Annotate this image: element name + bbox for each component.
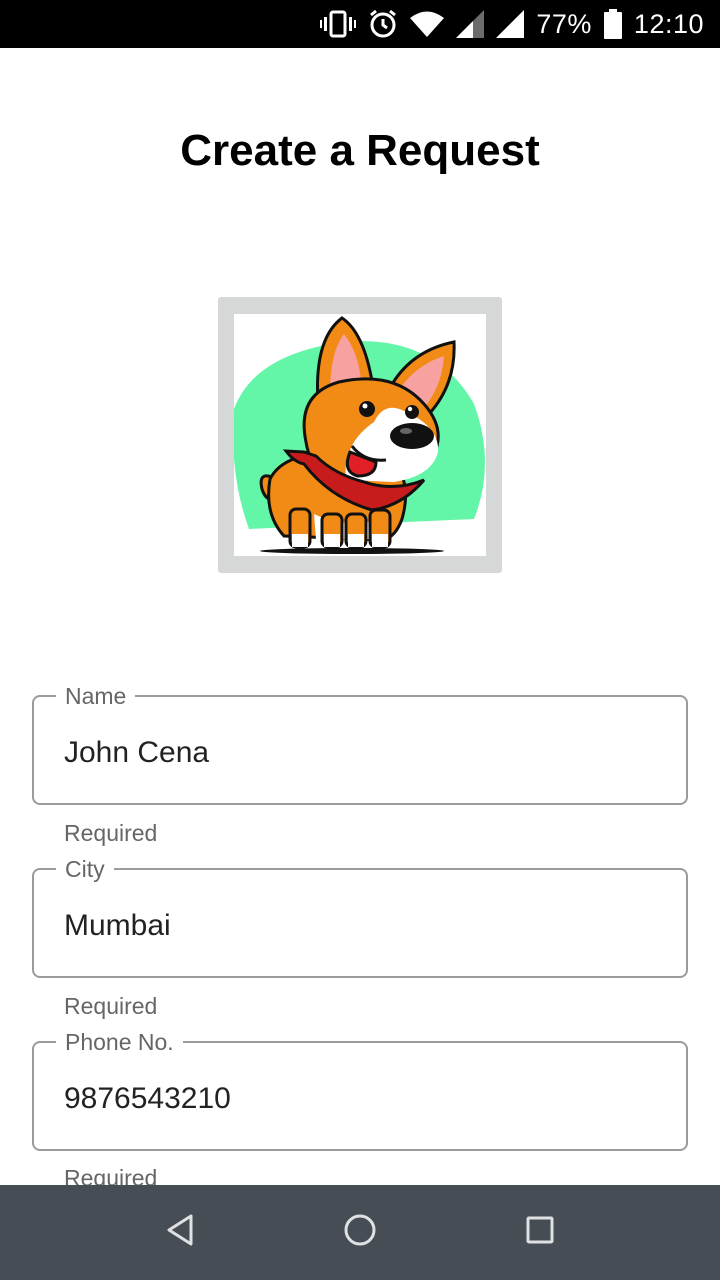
city-input[interactable] <box>64 908 654 944</box>
city-helper-text: Required <box>64 993 158 1019</box>
clock-time: 12:10 <box>633 8 704 39</box>
home-icon <box>343 1213 377 1252</box>
phone-label: Phone No. <box>56 1028 183 1056</box>
avatar-image[interactable] <box>218 297 502 573</box>
name-input[interactable] <box>64 735 654 771</box>
recents-button[interactable] <box>480 1185 600 1280</box>
back-icon <box>165 1213 195 1252</box>
battery-percent: 77% <box>536 8 592 39</box>
city-label: City <box>56 855 114 883</box>
alarm-icon <box>368 0 398 48</box>
home-button[interactable] <box>300 1185 420 1280</box>
page-title: Create a Request <box>180 126 540 175</box>
cell-signal-icon <box>456 0 485 48</box>
cell-signal-icon <box>496 0 525 48</box>
city-field[interactable]: City <box>32 855 688 978</box>
battery-icon <box>603 0 622 48</box>
phone-input[interactable] <box>64 1081 654 1117</box>
navigation-bar <box>0 1185 720 1280</box>
name-helper-text: Required <box>64 820 158 846</box>
name-label: Name <box>56 682 136 710</box>
vibrate-icon <box>320 0 357 48</box>
name-field[interactable]: Name <box>32 682 688 805</box>
wifi-icon <box>410 0 445 48</box>
corgi-illustration <box>234 314 486 556</box>
back-button[interactable] <box>120 1185 240 1280</box>
recents-icon <box>525 1215 555 1250</box>
status-bar: 77% 12:10 <box>0 0 720 48</box>
phone-field[interactable]: Phone No. <box>32 1028 688 1151</box>
